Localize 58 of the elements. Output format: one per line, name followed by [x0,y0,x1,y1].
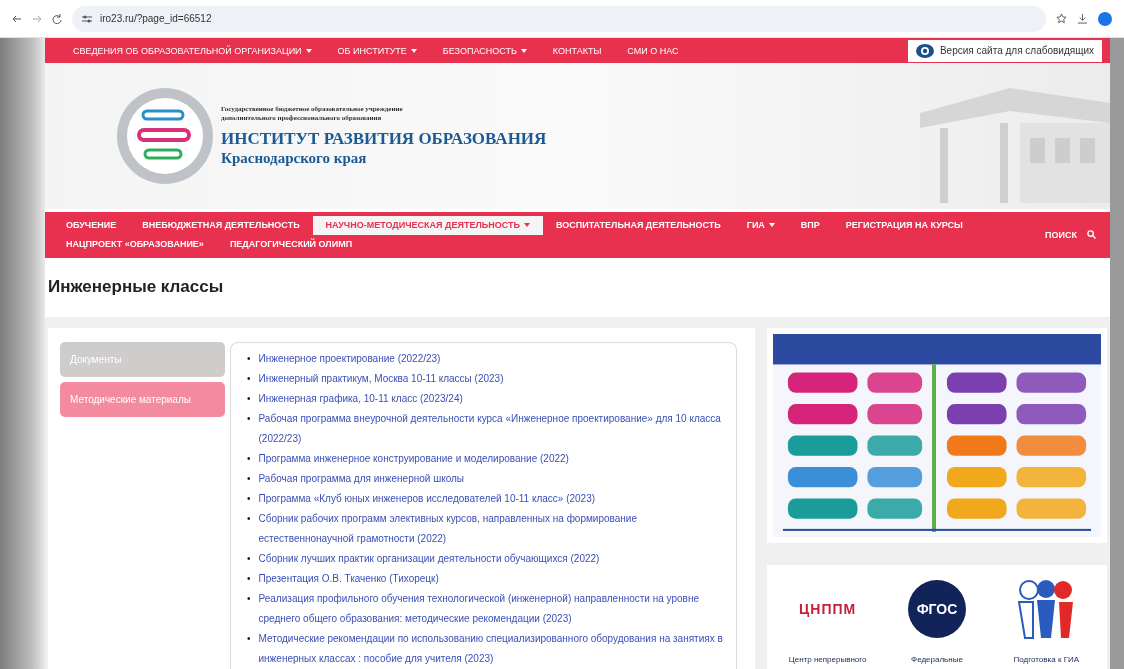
back-icon[interactable] [12,13,22,24]
search-button[interactable]: ПОИСК [1039,215,1102,254]
nav-tab[interactable]: ВНЕБЮДЖЕТНАЯ ДЕЯТЕЛЬНОСТЬ [129,215,313,235]
menu-link[interactable]: БЕЗОПАСНОСТЬ [429,45,540,56]
nav-tab[interactable]: ОБУЧЕНИЕ [53,215,130,235]
bullet: • [247,472,251,486]
menu-link[interactable]: КОНТАКТЫ [539,45,615,56]
nav-tab[interactable]: ГИА [733,215,788,235]
bullet: • [247,632,251,646]
bullet: • [247,552,251,566]
reload-icon[interactable] [52,13,62,24]
page-title: Инженерные классы [48,277,224,298]
nav-tab[interactable]: ВОСПИТАТЕЛЬНАЯ ДЕЯТЕЛЬНОСТЬ [542,215,734,235]
star-icon[interactable] [1056,13,1067,24]
bullet: • [247,392,251,406]
document-link[interactable]: Реализация профильного обучения технологической (инженерной) направленности на уровне среднего общего образования: методические рекомендации (2023) [258,589,726,629]
document-link[interactable]: Презентация О.В. Ткаченко (Тихорецк) [258,569,439,589]
site-title: ИНСТИТУТ РАЗВИТИЯ ОБРАЗОВАНИЯ [221,129,547,149]
document-link[interactable]: Инженерное проектирование (2022/23) [258,349,441,369]
nav-tab[interactable]: ВПР [787,215,833,235]
bullet: • [247,412,251,426]
document-link[interactable]: Инженерная графика, 10-11 класс (2023/24) [258,389,463,409]
bullet: • [247,492,251,506]
nav-tab[interactable]: РЕГИСТРАЦИЯ НА КУРСЫ [832,215,976,235]
menu-link[interactable]: СВЕДЕНИЯ ОБ ОБРАЗОВАТЕЛЬНОЙ ОРГАНИЗАЦИИ [60,45,325,56]
bullet: • [247,512,251,526]
accessibility-link[interactable]: Версия сайта для слабовидящих [907,39,1102,62]
nav-tab[interactable]: НАЦПРОЕКТ «ОБРАЗОВАНИЕ» [53,234,217,254]
document-link[interactable]: Рабочая программа внеурочной деятельности курса «Инженерное проектирование» для 10 класса (2022/23) [258,409,726,449]
partner-caption[interactable]: Подготовка к ГИА [1013,655,1080,664]
logo-badge[interactable]: ФГОС [908,580,966,638]
site-subtitle: Краснодарского края [221,149,368,167]
partner-caption[interactable]: Федеральные [911,655,963,664]
bullet: • [247,352,251,366]
menu-link[interactable]: ОБ ИНСТИТУТЕ [324,45,430,56]
bullet: • [247,452,251,466]
document-link[interactable]: Рабочая программа для инженерной школы [258,469,465,489]
document-link[interactable]: Программа инженерное конструирование и моделирование (2022) [258,449,569,469]
bullet: • [247,592,251,606]
partner-caption[interactable]: Центр непрерывного [788,655,867,664]
logo-icon [115,86,215,186]
document-link[interactable]: Методические рекомендации по использованию специализированного оборудования на занятиях в инженерных классах : пособие для учителя (2023) [258,629,726,669]
menu-link[interactable]: СМИ О НАС [614,45,692,56]
settings-icon[interactable] [82,14,92,23]
document-link[interactable]: Инженерный практикум, Москва 10-11 классы (2023) [258,369,504,389]
search-icon [1087,230,1096,240]
nav-tab[interactable]: ПЕДАГОГИЧЕСКИЙ ОЛИМП [216,234,366,254]
avatar[interactable] [1098,11,1112,26]
bullet: • [247,372,251,386]
document-link[interactable]: Программа «Клуб юных инженеров исследователей 10-11 класс» (2023) [258,489,596,509]
document-link[interactable]: Сборник рабочих программ элективных курсов, направленных на формирование естественнонаучной грамотности (2022) [258,509,726,549]
nav-tab[interactable]: НАУЧНО-МЕТОДИЧЕСКАЯ ДЕЯТЕЛЬНОСТЬ [312,215,543,235]
document-link[interactable]: Сборник лучших практик организации деятельности обучающихся (2022) [258,549,600,569]
address-bar[interactable]: iro23.ru/?page_id=66512 [72,5,1046,32]
bullet: • [247,572,251,586]
download-icon[interactable] [1077,13,1088,24]
eye-icon [915,43,934,58]
logo-text[interactable]: ЦНППМ [799,601,857,617]
